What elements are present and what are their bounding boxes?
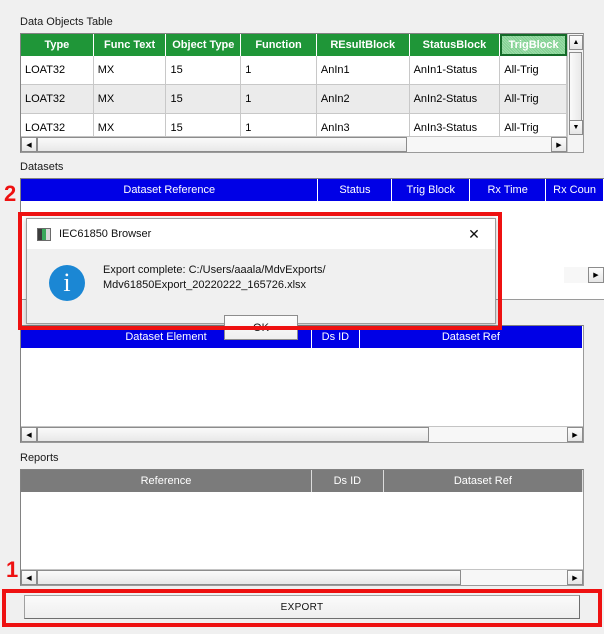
column-header-resultblock[interactable]: REsultBlock — [316, 34, 410, 56]
scroll-right-icon[interactable]: ▶ — [567, 427, 583, 442]
cell-func-text: MX — [93, 56, 167, 85]
cell-function: 1 — [241, 85, 317, 114]
hscroll-track[interactable] — [564, 267, 588, 283]
scroll-right-icon[interactable]: ▶ — [567, 570, 583, 585]
cell-trigblock: All-Trig — [500, 56, 567, 85]
app-window: Data Objects Table Type Func Text Object… — [0, 0, 604, 634]
scroll-right-icon[interactable]: ▶ — [551, 137, 567, 152]
column-header-function[interactable]: Function — [241, 34, 317, 56]
horizontal-scroll-thumb[interactable] — [37, 570, 461, 585]
scroll-right-icon[interactable]: ▶ — [588, 267, 604, 283]
info-icon: i — [49, 265, 85, 301]
close-icon[interactable]: ✕ — [453, 219, 495, 249]
data-objects-table-label: Data Objects Table — [20, 16, 113, 28]
dataset-elements-horizontal-scrollbar[interactable]: ◀ ▶ — [21, 426, 583, 442]
column-header-status[interactable]: Status — [318, 179, 393, 201]
dialog-message: Export complete: C:/Users/aaala/MdvExpor… — [103, 263, 326, 293]
cell-trigblock: All-Trig — [500, 85, 567, 114]
column-header-rx-time[interactable]: Rx Time — [470, 179, 547, 201]
cell-func-text: MX — [94, 114, 167, 136]
data-objects-vertical-scrollbar[interactable]: ▲ ▼ — [567, 34, 583, 152]
data-objects-horizontal-scrollbar[interactable]: ◀ ▶ — [21, 136, 567, 152]
hscroll-track[interactable] — [37, 570, 567, 585]
cell-object-type: 15 — [166, 85, 242, 114]
cell-type: LOAT32 — [21, 56, 94, 85]
datasets-label: Datasets — [20, 161, 64, 173]
dialog-message-line-1: Export complete: C:/Users/aaala/MdvExpor… — [103, 264, 326, 276]
cell-object-type: 15 — [166, 114, 242, 136]
data-objects-viewport: Type Func Text Object Type Function REsu… — [21, 34, 567, 136]
reports-label: Reports — [20, 452, 59, 464]
export-complete-dialog[interactable]: IEC61850 Browser ✕ i Export complete: C:… — [26, 218, 496, 340]
reports-table[interactable]: Reference Ds ID Dataset Ref ◀ ▶ — [20, 469, 584, 586]
scroll-left-icon[interactable]: ◀ — [21, 137, 37, 152]
column-header-rx-count[interactable]: Rx Coun — [546, 179, 604, 201]
column-header-ds-id[interactable]: Ds ID — [311, 470, 384, 492]
scroll-down-icon[interactable]: ▼ — [569, 120, 583, 135]
dialog-title: IEC61850 Browser — [59, 228, 152, 240]
cell-statusblock: AnIn2-Status — [409, 85, 501, 114]
vertical-scroll-thumb[interactable] — [569, 52, 582, 122]
cell-func-text: MX — [93, 85, 167, 114]
scroll-left-icon[interactable]: ◀ — [21, 570, 37, 585]
cell-type: LOAT32 — [21, 114, 94, 136]
data-objects-body: LOAT32 MX 15 1 AnIn1 AnIn1-Status All-Tr… — [21, 56, 567, 136]
cell-resultblock: AnIn2 — [316, 85, 410, 114]
export-button[interactable]: EXPORT — [24, 595, 580, 619]
reports-header-row: Reference Ds ID Dataset Ref — [21, 470, 583, 492]
cell-resultblock: AnIn3 — [317, 114, 410, 136]
dataset-elements-table[interactable]: Dataset Element Ds ID Dataset Ref ◀ ▶ — [20, 325, 584, 443]
cell-statusblock: AnIn3-Status — [410, 114, 501, 136]
horizontal-scroll-thumb[interactable] — [37, 137, 408, 152]
cell-type: LOAT32 — [21, 85, 94, 114]
table-row[interactable]: LOAT32 MX 15 1 AnIn1 AnIn1-Status All-Tr… — [21, 56, 567, 85]
column-header-trigblock[interactable]: TrigBlock — [500, 34, 567, 56]
column-header-dataset-ref[interactable]: Dataset Ref — [383, 470, 583, 492]
datasets-header-row: Dataset Reference Status Trig Block Rx T… — [21, 179, 604, 201]
cell-trigblock: All-Trig — [500, 114, 567, 136]
dialog-footer: OK — [27, 315, 495, 340]
cell-function: 1 — [241, 114, 317, 136]
app-icon — [37, 227, 51, 241]
dialog-body: i Export complete: C:/Users/aaala/MdvExp… — [27, 249, 495, 301]
hscroll-track[interactable] — [37, 427, 567, 442]
table-row[interactable]: LOAT32 MX 15 1 AnIn2 AnIn2-Status All-Tr… — [21, 85, 567, 114]
horizontal-scroll-thumb[interactable] — [37, 427, 430, 442]
cell-object-type: 15 — [166, 56, 242, 85]
hscroll-track[interactable] — [37, 137, 551, 152]
data-objects-header-row: Type Func Text Object Type Function REsu… — [21, 34, 567, 56]
column-header-object-type[interactable]: Object Type — [166, 34, 242, 56]
dialog-title-bar: IEC61850 Browser ✕ — [27, 219, 495, 249]
column-header-reference[interactable]: Reference — [21, 470, 312, 492]
reports-horizontal-scrollbar[interactable]: ◀ ▶ — [21, 569, 583, 585]
table-row[interactable]: LOAT32 MX 15 1 AnIn3 AnIn3-Status All-Tr… — [21, 114, 567, 136]
column-header-type[interactable]: Type — [21, 34, 94, 56]
column-header-dataset-reference[interactable]: Dataset Reference — [21, 179, 319, 201]
scroll-up-icon[interactable]: ▲ — [569, 35, 583, 50]
annotation-marker-2: 2 — [4, 181, 17, 206]
cell-resultblock: AnIn1 — [316, 56, 410, 85]
scroll-left-icon[interactable]: ◀ — [21, 427, 37, 442]
datasets-horizontal-scrollbar[interactable]: ▶ — [564, 267, 604, 283]
column-header-func-text[interactable]: Func Text — [93, 34, 167, 56]
dialog-message-line-2: Mdv61850Export_20220222_165726.xlsx — [103, 279, 307, 291]
cell-statusblock: AnIn1-Status — [409, 56, 501, 85]
ok-button[interactable]: OK — [224, 315, 298, 340]
column-header-statusblock[interactable]: StatusBlock — [409, 34, 501, 56]
data-objects-table[interactable]: Type Func Text Object Type Function REsu… — [20, 33, 584, 153]
column-header-trig-block[interactable]: Trig Block — [392, 179, 471, 201]
annotation-marker-1: 1 — [6, 557, 19, 582]
cell-function: 1 — [241, 56, 317, 85]
